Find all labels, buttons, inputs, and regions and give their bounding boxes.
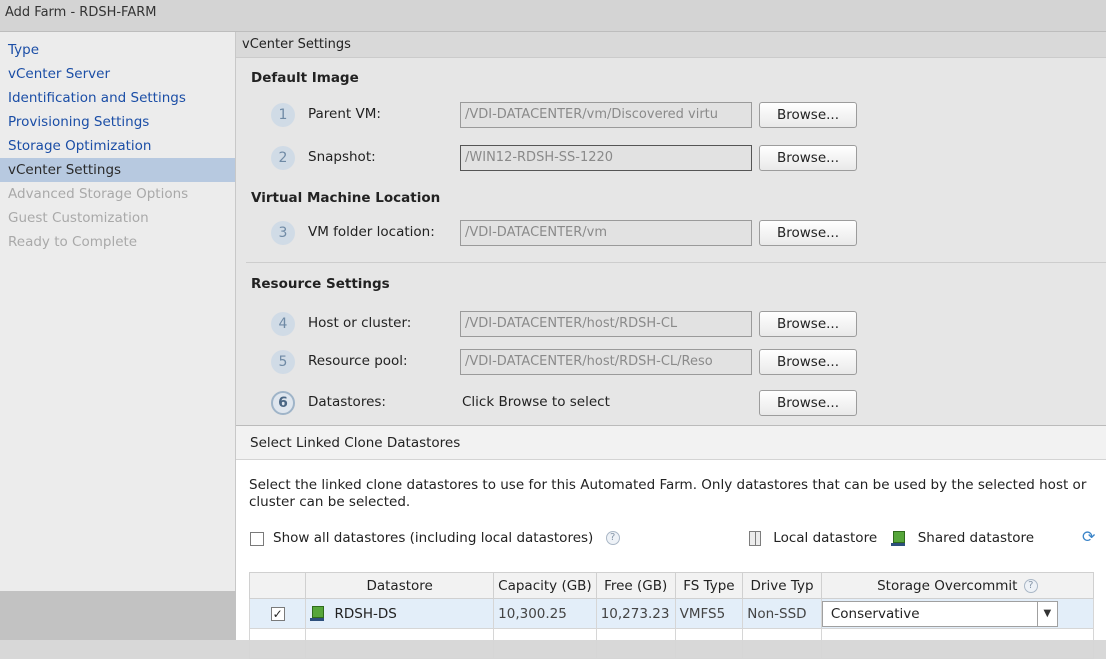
- step-number: 3: [271, 221, 295, 245]
- sidebar-item-provisioning[interactable]: Provisioning Settings: [0, 110, 235, 134]
- free-cell: 10,273.23: [595, 598, 676, 629]
- step-number: 1: [271, 103, 295, 127]
- resource-pool-row: 5 Resource pool: /VDI-DATACENTER/host/RD…: [271, 347, 1091, 377]
- parent-vm-row: 1 Parent VM: /VDI-DATACENTER/vm/Discover…: [271, 100, 1091, 130]
- resource-pool-field[interactable]: /VDI-DATACENTER/host/RDSH-CL/Reso: [460, 349, 752, 375]
- browse-datastores-button[interactable]: Browse...: [759, 390, 857, 416]
- snapshot-field[interactable]: /WIN12-RDSH-SS-1220: [460, 145, 752, 171]
- empty-cell: [595, 628, 676, 659]
- datastore-legend: Local datastore Shared datastore: [749, 530, 1034, 546]
- host-cluster-label: Host or cluster:: [308, 315, 412, 331]
- group-title-resource-settings: Resource Settings: [251, 276, 390, 292]
- show-all-datastores-row: Show all datastores (including local dat…: [273, 530, 620, 546]
- column-header-drive-type[interactable]: Drive Typ: [742, 572, 822, 599]
- column-header-datastore[interactable]: Datastore: [305, 572, 495, 599]
- empty-cell: [493, 628, 597, 659]
- vm-folder-label: VM folder location:: [308, 224, 435, 240]
- browse-host-cluster-button[interactable]: Browse...: [759, 311, 857, 337]
- help-icon[interactable]: ?: [1023, 578, 1038, 593]
- empty-cell: [742, 628, 822, 659]
- parent-vm-label: Parent VM:: [308, 106, 381, 122]
- table-header-row: Datastore Capacity (GB) Free (GB) FS Typ…: [248, 572, 1095, 599]
- browse-resource-pool-button[interactable]: Browse...: [759, 349, 857, 375]
- window-title: Add Farm - RDSH-FARM: [0, 0, 1106, 32]
- datastores-row: 6 Datastores: Click Browse to select Bro…: [271, 388, 1091, 418]
- legend-local-label: Local datastore: [773, 530, 878, 546]
- wizard-sidebar: Type vCenter Server Identification and S…: [0, 32, 236, 591]
- column-header-capacity[interactable]: Capacity (GB): [493, 572, 597, 599]
- storage-overcommit-cell: Conservative ▼: [820, 598, 1095, 629]
- fs-type-cell: VMFS5: [674, 598, 744, 629]
- chevron-down-icon[interactable]: ▼: [1036, 601, 1057, 626]
- host-cluster-field[interactable]: /VDI-DATACENTER/host/RDSH-CL: [460, 311, 752, 337]
- browse-snapshot-button[interactable]: Browse...: [759, 145, 857, 171]
- sidebar-item-ready-to-complete: Ready to Complete: [8, 234, 138, 250]
- group-title-default-image: Default Image: [251, 70, 359, 86]
- empty-cell: [820, 628, 1095, 659]
- storage-overcommit-select[interactable]: Conservative ▼: [821, 600, 1058, 627]
- datastores-table: Datastore Capacity (GB) Free (GB) FS Typ…: [248, 572, 1095, 659]
- sidebar-item-type[interactable]: Type: [0, 38, 235, 62]
- sidebar-item-identification[interactable]: Identification and Settings: [0, 86, 235, 110]
- snapshot-label: Snapshot:: [308, 149, 376, 165]
- browse-vm-folder-button[interactable]: Browse...: [759, 220, 857, 246]
- resource-pool-label: Resource pool:: [308, 353, 408, 369]
- shared-datastore-icon: [310, 606, 325, 621]
- local-datastore-icon: [749, 530, 761, 546]
- host-cluster-row: 4 Host or cluster: /VDI-DATACENTER/host/…: [271, 309, 1091, 339]
- sidebar-item-vcenter-server[interactable]: vCenter Server: [0, 62, 235, 86]
- shared-datastore-icon: [891, 530, 906, 546]
- capacity-cell: 10,300.25: [493, 598, 597, 629]
- parent-vm-field[interactable]: /VDI-DATACENTER/vm/Discovered virtu: [460, 102, 752, 128]
- help-icon[interactable]: ?: [605, 531, 620, 545]
- browse-parent-vm-button[interactable]: Browse...: [759, 102, 857, 128]
- dialog-title: Select Linked Clone Datastores: [236, 426, 1106, 460]
- show-all-datastores-label: Show all datastores (including local dat…: [273, 530, 594, 546]
- sidebar-item-vcenter-settings: vCenter Settings: [0, 158, 235, 182]
- column-header-fs-type[interactable]: FS Type: [674, 572, 744, 599]
- empty-cell: [248, 628, 307, 659]
- column-header-storage-overcommit[interactable]: Storage Overcommit ?: [820, 572, 1095, 599]
- column-header-storage-overcommit-label: Storage Overcommit: [877, 577, 1018, 594]
- table-row-empty: [248, 628, 1095, 659]
- sidebar-item-storage-optimization[interactable]: Storage Optimization: [0, 134, 235, 158]
- vm-folder-row: 3 VM folder location: /VDI-DATACENTER/vm…: [271, 218, 1091, 248]
- step-number: 5: [271, 350, 295, 374]
- snapshot-row: 2 Snapshot: /WIN12-RDSH-SS-1220 Browse..…: [271, 143, 1091, 173]
- column-header-free[interactable]: Free (GB): [595, 572, 676, 599]
- section-divider: [246, 262, 1106, 263]
- table-row[interactable]: ✓ RDSH-DS 10,300.25 10,273.23 VMFS5 Non-…: [248, 598, 1095, 629]
- section-title: vCenter Settings: [236, 32, 1106, 58]
- empty-cell: [674, 628, 744, 659]
- sidebar-item-advanced-storage: Advanced Storage Options: [8, 186, 189, 202]
- show-all-datastores-checkbox[interactable]: [250, 532, 264, 546]
- sidebar-footer: [0, 591, 236, 640]
- step-number: 2: [271, 146, 295, 170]
- step-number: 4: [271, 312, 295, 336]
- legend-shared-label: Shared datastore: [917, 530, 1035, 546]
- storage-overcommit-value: Conservative: [830, 605, 920, 622]
- vm-folder-field[interactable]: /VDI-DATACENTER/vm: [460, 220, 752, 246]
- row-select-cell: ✓: [248, 598, 307, 629]
- dialog-description: Select the linked clone datastores to us…: [249, 477, 1087, 510]
- column-header-select: [248, 572, 307, 599]
- step-number: 6: [271, 391, 295, 415]
- row-select-checkbox[interactable]: ✓: [270, 606, 285, 621]
- datastores-label: Datastores:: [308, 394, 386, 410]
- select-datastores-dialog: Select Linked Clone Datastores Select th…: [236, 425, 1106, 659]
- group-title-vm-location: Virtual Machine Location: [251, 190, 441, 206]
- datastore-name-cell: RDSH-DS: [305, 598, 495, 629]
- drive-type-cell: Non-SSD: [742, 598, 822, 629]
- empty-cell: [305, 628, 495, 659]
- refresh-icon[interactable]: ⟳: [1082, 527, 1095, 546]
- sidebar-item-guest-customization: Guest Customization: [8, 210, 149, 226]
- datastore-name: RDSH-DS: [334, 605, 397, 622]
- datastores-value: Click Browse to select: [462, 394, 610, 410]
